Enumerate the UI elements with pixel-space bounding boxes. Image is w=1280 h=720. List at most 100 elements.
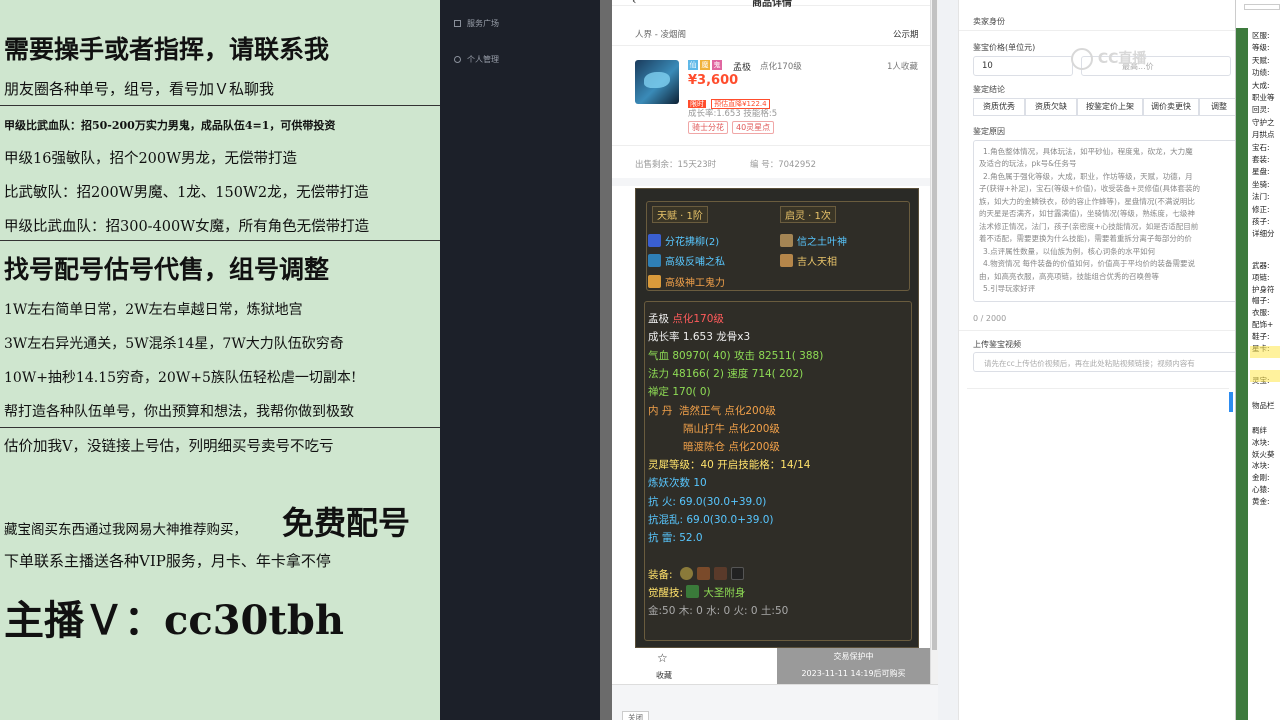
neidan-row: 内 丹 浩然正气 点化200级	[648, 405, 776, 417]
skill-icon	[648, 234, 661, 247]
nav-item-personal[interactable]: 个人管理	[454, 54, 499, 65]
info-label: 大成:	[1252, 80, 1270, 90]
skill-item[interactable]: 高级神工鬼力	[648, 274, 725, 289]
overlay-gap	[600, 0, 612, 720]
info-label: 黄金:	[1252, 496, 1270, 506]
serial-number: 编 号：7042952	[750, 160, 817, 170]
reason-line: 的天星是否满齐，如甘露满值)，坐骑情况(等级，熟练度，七级神	[979, 209, 1195, 218]
ad-line: 帮打造各种队伍单号，你出预算和想法，我帮你做到极致	[4, 404, 354, 420]
equip-slot[interactable]	[730, 567, 744, 580]
skill-item[interactable]: 分花拂柳(2)	[648, 233, 719, 248]
stat-hp-atk: 气血 80970( 40) 攻击 82511( 388)	[648, 350, 824, 362]
element-row: 金:50 木: 0 水: 0 火: 0 土:50	[648, 605, 789, 617]
chip-quality-good[interactable]: 资质优秀	[973, 98, 1025, 116]
divider	[959, 30, 1235, 31]
stat-soul: 灵犀等级：40 开启技能格：14/14	[648, 459, 811, 471]
equip-icon[interactable]	[679, 567, 693, 580]
grade-badge: 鬼	[712, 60, 722, 70]
ad-line: 甲级比武血队：招50-200万实力男鬼，成品队伍4=1，可供带投资	[4, 119, 336, 132]
pet-attribute-card: 天赋 · 1阶 启灵 · 1次 分花拂柳(2) 高级反哺之私 高级神工鬼力 信之…	[635, 188, 919, 648]
server-name: 人界 - 凌烟阁	[635, 30, 686, 40]
product-footer: ☆ 收藏 关闭	[612, 651, 938, 720]
ad-line: 甲级16强敏队，招个200W男龙，无偿带打造	[4, 151, 298, 167]
app-sidebar: 服务广场 个人管理	[440, 0, 600, 720]
fav-label[interactable]: 收藏	[656, 670, 672, 681]
reason-line: 子(获得+补足)，宝石(等级+价值)，收受装备+灵修值(具体套装的	[979, 184, 1200, 193]
leaf-icon	[686, 585, 700, 598]
char-level: 点化170级	[760, 62, 802, 72]
chip-adjust-price[interactable]: 调价卖更快	[1143, 98, 1199, 116]
pet-avatar[interactable]	[635, 60, 679, 104]
back-icon[interactable]: ‹	[632, 0, 636, 7]
info-label: 金刚:	[1252, 473, 1270, 483]
info-label: 宝石:	[1252, 142, 1270, 152]
publicity-label: 公示期	[893, 30, 919, 40]
price: ¥3,600	[688, 73, 739, 88]
chip-list-at-price[interactable]: 按鉴定价上架	[1077, 98, 1143, 116]
reason-line: 由，如高亮衣服，高亮项链，技能组合优秀的召唤兽等	[979, 272, 1159, 281]
tag: 40灵星点	[732, 121, 775, 134]
divider	[959, 330, 1235, 331]
skill-icon	[780, 254, 793, 267]
skill-item[interactable]: 高级反哺之私	[648, 253, 725, 268]
skill-item[interactable]: 吉人天相	[780, 253, 837, 268]
info-label: 职业等	[1252, 93, 1275, 102]
skill-icon	[648, 275, 661, 288]
divider	[612, 145, 930, 146]
info-label: 天赋:	[1252, 55, 1270, 65]
equip-row: 装备:	[648, 567, 748, 582]
reason-line: 4.物资情况 每件装备的价值如何，价值高于平均价的装备需要说	[983, 259, 1196, 268]
info-label: 衣服:	[1252, 308, 1270, 318]
reason-line: 2.角色属于强化等级，大成，职业，作坊等级，天赋，功德，月	[983, 172, 1193, 181]
reason-line: 3.点评属性数量，以仙族为例，核心词条的水平如何	[983, 247, 1156, 256]
product-detail-page: ‹ 商品详情 人界 - 凌烟阁 公示期 仙 魔 鬼 孟极 点化170级 1人收藏…	[612, 0, 930, 684]
protect-time: 2023-11-11 14:19后可购买	[801, 669, 906, 678]
info-label: 心猿:	[1252, 485, 1270, 494]
sale-remaining: 出售剩余：15天23时	[635, 160, 717, 170]
video-link-input[interactable]: 请先在cc上传估价视频后，再在此处粘贴视频链接；视频内容有	[973, 352, 1235, 372]
stat-refine: 炼妖次数 10	[648, 477, 707, 489]
info-label: 法门:	[1252, 192, 1270, 202]
grade-badges: 仙 魔 鬼	[688, 60, 722, 70]
info-label: 冰块:	[1252, 437, 1270, 447]
spacer	[612, 178, 930, 186]
info-highlight	[1250, 370, 1280, 382]
stat-res-thunder: 抗 雷: 52.0	[648, 532, 703, 544]
awaken-skill-row: 觉醒技: 大圣附身	[648, 585, 746, 599]
skill-icon	[780, 234, 793, 247]
char-class: 孟极	[733, 63, 752, 73]
product-scrollbar[interactable]	[930, 0, 938, 684]
panel-gap	[938, 0, 958, 720]
price-input[interactable]: 10	[973, 56, 1073, 76]
info-label: 鞋子:	[1252, 331, 1270, 341]
info-label: 项链:	[1252, 272, 1270, 282]
info-label: 羁绊	[1252, 426, 1267, 435]
equip-icon[interactable]	[713, 567, 727, 580]
info-rail	[1236, 28, 1248, 720]
trade-protect-button[interactable]: 交易保护中 2023-11-11 14:19后可购买	[777, 648, 930, 684]
info-highlight	[1250, 346, 1280, 358]
stat-growth: 成长率 1.653 龙骨x3	[648, 331, 751, 343]
stat-mp-spd: 法力 48166( 2) 速度 714( 202)	[648, 368, 804, 380]
star-icon[interactable]: ☆	[657, 651, 673, 665]
reason-line: 1.角色整体情况，具体玩法，如平砂仙，程度鬼，砍龙，大力魔	[983, 147, 1193, 156]
ad-line: 甲级比武血队：招300-400W女魔，所有角色无偿带打造	[4, 219, 370, 235]
chip-adjust[interactable]: 调整	[1199, 98, 1235, 116]
reason-line: 5.引导玩家好评	[983, 284, 1036, 293]
info-label: 修正:	[1252, 204, 1270, 214]
chip-quality-bad[interactable]: 资质欠缺	[1025, 98, 1077, 116]
close-button[interactable]: 关闭	[622, 711, 649, 720]
favorites-count: 1人收藏	[887, 62, 918, 72]
skill-item[interactable]: 信之土叶神	[780, 233, 847, 248]
divider	[967, 388, 1229, 389]
equip-icon[interactable]	[696, 567, 710, 580]
nav-label: 个人管理	[467, 55, 499, 64]
ad-line: 估价加我V，没链接上号估，列明细买号卖号不吃亏	[4, 439, 334, 455]
info-label: 区服:	[1252, 31, 1270, 40]
page-title: 商品详情	[752, 0, 792, 9]
nav-item-service-square[interactable]: 服务广场	[454, 18, 499, 29]
neidan-row: 暗渡陈仓 点化200级	[683, 441, 780, 453]
info-label: 物品栏	[1252, 401, 1275, 410]
protect-title: 交易保护中	[833, 652, 874, 661]
ad-headline: 需要操手或者指挥，请联系我	[4, 35, 330, 64]
